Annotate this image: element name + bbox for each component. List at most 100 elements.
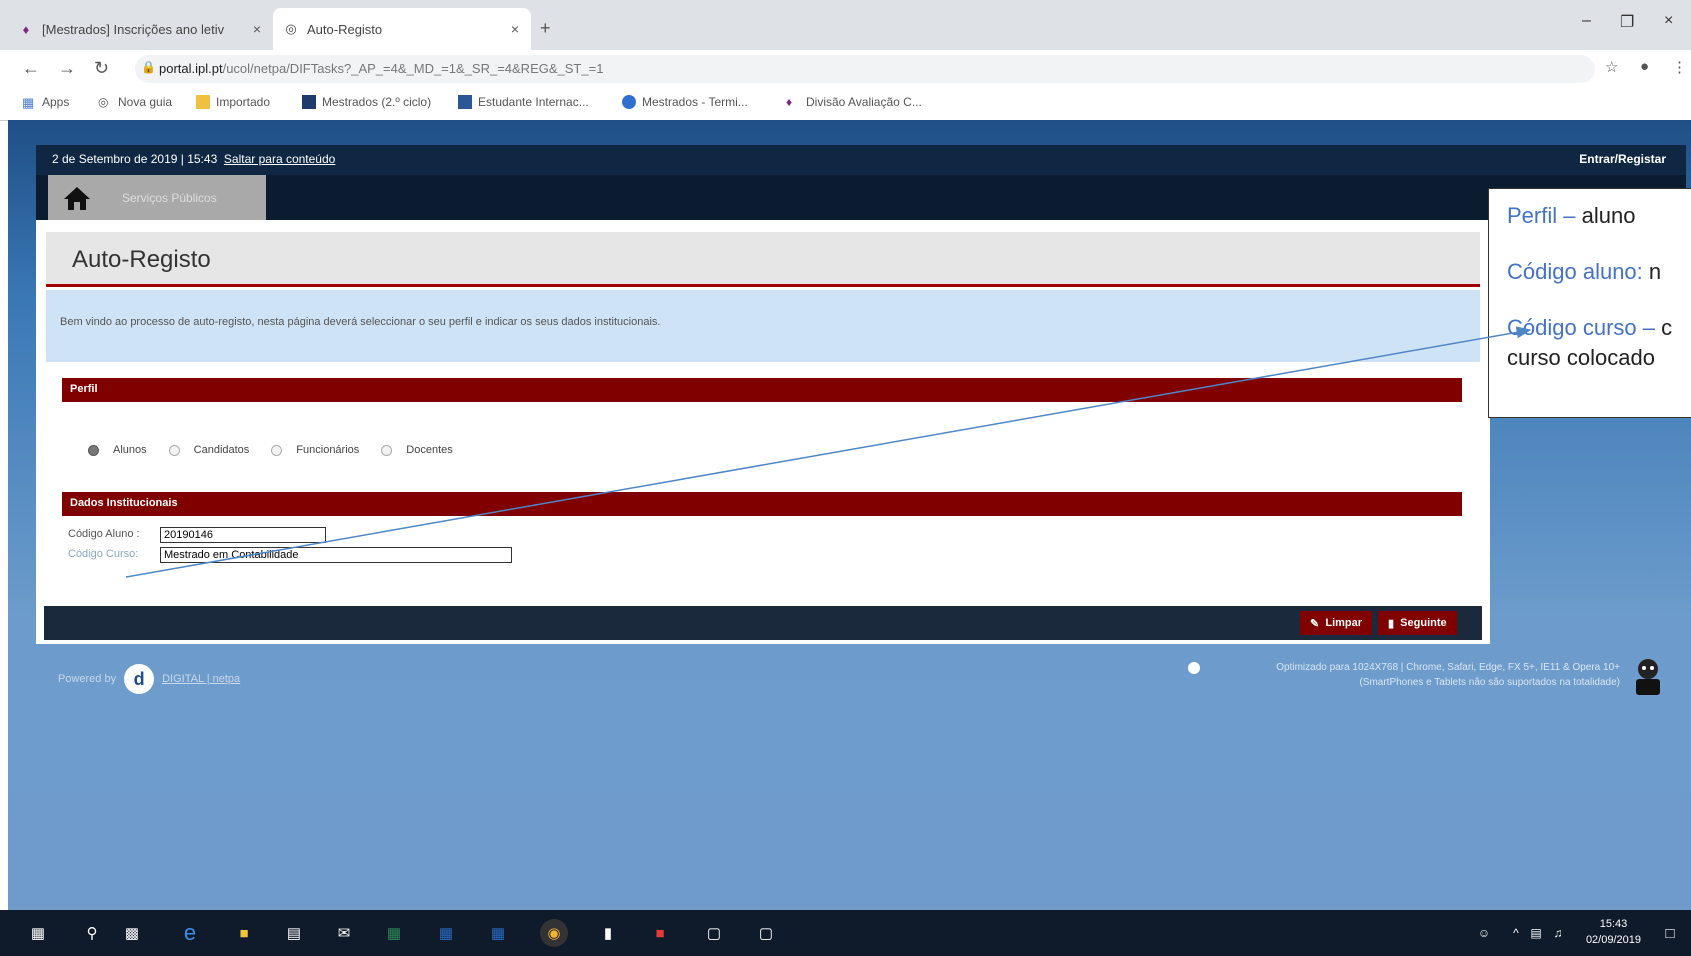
shield-icon: ♦ — [786, 95, 793, 109]
annotation-callout: Perfil – aluno Código aluno: n Código cu… — [1488, 188, 1691, 418]
info-box: Bem vindo ao processo de auto-registo, n… — [46, 290, 1480, 362]
restore-icon[interactable]: ❐ — [1620, 12, 1634, 32]
app-icon[interactable]: ▢ — [700, 919, 728, 947]
reload-icon[interactable]: ↻ — [94, 58, 109, 79]
mascot-icon — [1636, 659, 1660, 695]
bookmark-mestrados[interactable]: Mestrados (2.º ciclo) — [302, 95, 431, 109]
acrobat-icon[interactable]: ■ — [646, 919, 674, 947]
codigo-aluno-input[interactable] — [160, 527, 326, 543]
chrome-icon[interactable]: ◉ — [540, 919, 568, 947]
store-icon[interactable]: ▤ — [280, 919, 308, 947]
profile-icon[interactable]: ● — [1640, 58, 1649, 75]
radio-alunos[interactable]: Alunos — [88, 444, 147, 456]
pencil-icon: ✎ — [1310, 617, 1326, 630]
windows-start-icon[interactable]: ▦ — [24, 919, 52, 947]
radio-funcionarios[interactable]: Funcionários — [271, 444, 359, 456]
forward-icon[interactable]: → — [58, 58, 76, 79]
system-clock[interactable]: 15:43 02/09/2019 — [1586, 916, 1641, 948]
star-icon[interactable]: ☆ — [1605, 58, 1618, 76]
radio-circle[interactable] — [88, 444, 99, 456]
dados-institucionais-header: Dados Institucionais — [62, 492, 1462, 516]
calculator-icon[interactable]: ▮ — [594, 919, 622, 947]
new-tab-icon[interactable]: + — [540, 18, 551, 39]
url-field[interactable]: 🔒 portal.ipl.pt/ucol/netpa/DIFTasks?_AP_… — [135, 55, 1595, 83]
powered-by: Powered by d DIGITAL | netpa — [58, 664, 240, 694]
radio-circle[interactable] — [381, 444, 393, 456]
radio-docentes[interactable]: Docentes — [381, 444, 453, 456]
trash-icon: ▮ — [1388, 617, 1401, 630]
tab-label: [Mestrados] Inscrições ano letiv — [42, 21, 225, 37]
outlook-icon[interactable]: ▦ — [484, 919, 512, 947]
login-register-link[interactable]: Entrar/Registar — [1579, 152, 1666, 166]
bookmark-icon — [458, 95, 472, 109]
folder-icon — [196, 95, 210, 109]
form-action-bar: ✎ Limpar ▮ Seguinte — [44, 606, 1482, 640]
tab-label: Auto-Registo — [307, 21, 383, 37]
codigo-curso-input[interactable] — [160, 547, 512, 563]
close-window-icon[interactable]: × — [1664, 12, 1673, 30]
app-icon[interactable]: ▢ — [752, 919, 780, 947]
bookmark-apps[interactable]: ▦ Apps — [22, 95, 69, 110]
bookmark-mestrados-termi[interactable]: Mestrados - Termi... — [622, 95, 748, 109]
page-title: Auto-Registo — [72, 246, 211, 273]
browser-support-note: Optimizado para 1024X768 | Chrome, Safar… — [1276, 662, 1620, 688]
radio-circle[interactable] — [168, 444, 180, 456]
word-icon[interactable]: ▦ — [432, 919, 460, 947]
portal-top-bar: 2 de Setembro de 2019 | 15:43 Saltar par… — [36, 145, 1686, 175]
codigo-curso-label: Código Curso: — [68, 548, 139, 560]
globe-icon: ◎ — [98, 95, 109, 109]
annotation-line-curso-colocado: curso colocado — [1507, 345, 1655, 370]
perfil-radio-group: Alunos Candidatos Funcionários Docentes — [88, 444, 453, 456]
title-box: Auto-Registo — [46, 232, 1480, 287]
bookmark-importado[interactable]: Importado — [196, 95, 270, 109]
annotation-line-codigo-curso: Código curso – c — [1507, 315, 1673, 340]
browser-tab-auto-registo[interactable]: ◎ Auto-Registo × — [273, 8, 531, 50]
notifications-icon[interactable]: □ — [1656, 919, 1684, 947]
auto-registo-panel: Auto-Registo Bem vindo ao processo de au… — [36, 220, 1490, 644]
browser-tab-mestrados[interactable]: ♦ [Mestrados] Inscrições ano letiv × — [8, 8, 273, 50]
edge-browser-icon[interactable]: e — [176, 919, 204, 947]
radio-circle[interactable] — [271, 444, 283, 456]
menu-icon[interactable]: ⋮ — [1672, 58, 1687, 76]
clear-button[interactable]: ✎ Limpar — [1300, 611, 1373, 635]
date-time: 2 de Setembro de 2019 | 15:43 — [52, 152, 218, 166]
info-text: Bem vindo ao processo de auto-registo, n… — [60, 316, 661, 328]
url-text: portal.ipl.pt/ucol/netpa/DIFTasks?_AP_=4… — [159, 61, 604, 76]
digitalis-logo-icon: d — [124, 664, 155, 694]
globe-icon: ◎ — [285, 21, 297, 36]
volume-icon[interactable]: ♫ — [1544, 919, 1572, 947]
perfil-section-header: Perfil — [62, 378, 1462, 402]
people-icon[interactable]: ☺ — [1470, 919, 1498, 947]
close-icon[interactable]: × — [253, 21, 261, 37]
back-icon[interactable]: ← — [22, 58, 40, 79]
next-button[interactable]: ▮ Seguinte — [1378, 611, 1457, 635]
home-tab-label: Serviços Públicos — [122, 190, 217, 205]
codigo-aluno-label: Código Aluno : — [68, 528, 140, 540]
skip-to-content-link[interactable]: Saltar para conteúdo — [224, 152, 335, 166]
windows-taskbar: ▦ ⚲ ▩ e ■ ▤ ✉ ▦ ▦ ▦ ◉ ▮ ■ ▢ ▢ ☺ ^ ▤ ♫ 15… — [0, 910, 1691, 956]
search-icon[interactable]: ⚲ — [78, 919, 106, 947]
bookmark-divisao-avaliacao[interactable]: ♦ Divisão Avaliação C... — [786, 95, 922, 109]
shield-icon — [622, 95, 636, 109]
file-explorer-icon[interactable]: ■ — [230, 919, 258, 947]
apps-grid-icon: ▦ — [22, 95, 35, 110]
bookmark-icon — [302, 95, 316, 109]
annotation-line-perfil: Perfil – aluno — [1507, 203, 1636, 228]
radio-candidatos[interactable]: Candidatos — [168, 444, 249, 456]
bookmark-nova-guia[interactable]: ◎ Nova guia — [98, 95, 172, 109]
excel-icon[interactable]: ▦ — [380, 919, 408, 947]
minimize-icon[interactable]: – — [1582, 12, 1591, 30]
mail-icon[interactable]: ✉ — [330, 919, 358, 947]
annotation-line-codigo-aluno: Código aluno: n — [1507, 259, 1662, 284]
close-icon[interactable]: × — [511, 21, 519, 37]
address-bar: ← → ↻ 🔒 portal.ipl.pt/ucol/netpa/DIFTask… — [0, 50, 1691, 89]
shield-icon: ♦ — [22, 21, 30, 37]
lock-icon: 🔒 — [141, 60, 156, 74]
bookmarks-bar: ▦ Apps ◎ Nova guia Importado Mestrados (2.… — [0, 88, 1691, 121]
netpa-link[interactable]: DIGITAL | netpa — [162, 673, 240, 685]
home-icon — [64, 186, 90, 210]
browser-tab-strip: ♦ [Mestrados] Inscrições ano letiv × ◎ A… — [0, 0, 1691, 50]
task-view-icon[interactable]: ▩ — [118, 919, 146, 947]
home-tab[interactable]: Serviços Públicos — [48, 175, 266, 220]
bookmark-estudante-internacional[interactable]: Estudante Internac... — [458, 95, 589, 109]
